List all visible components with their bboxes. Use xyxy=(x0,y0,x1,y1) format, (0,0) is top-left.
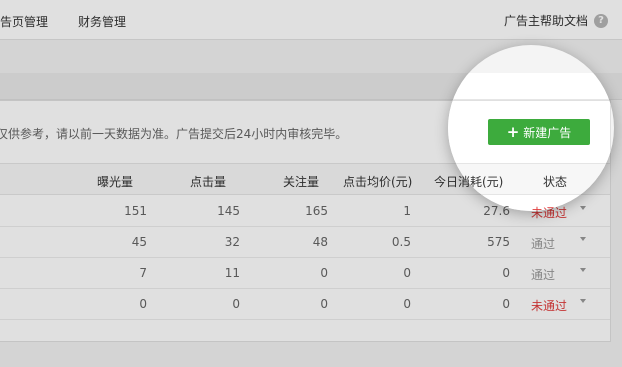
spotlight-panel: + 新建广告 今日消耗(元) 状态 27.6 未通过 xyxy=(448,100,611,211)
chevron-down-icon[interactable] xyxy=(580,206,586,210)
plus-icon: + xyxy=(506,122,520,141)
spotlight-table-header: 今日消耗(元) 状态 xyxy=(448,163,610,195)
spotlight-band xyxy=(448,73,614,100)
cell-today-cost: 27.6 xyxy=(483,204,510,211)
header-today-cost: 今日消耗(元) xyxy=(448,175,504,189)
table-row: 27.6 未通过 xyxy=(448,196,610,211)
new-ad-button-label: 新建广告 xyxy=(523,125,572,140)
status-badge: 未通过 xyxy=(531,204,567,211)
magnifier-spotlight: + 新建广告 今日消耗(元) 状态 27.6 未通过 xyxy=(448,45,614,211)
header-status: 状态 xyxy=(543,175,568,189)
new-ad-button[interactable]: + 新建广告 xyxy=(488,119,590,145)
spotlight-content: + 新建广告 今日消耗(元) 状态 27.6 未通过 xyxy=(448,45,614,211)
